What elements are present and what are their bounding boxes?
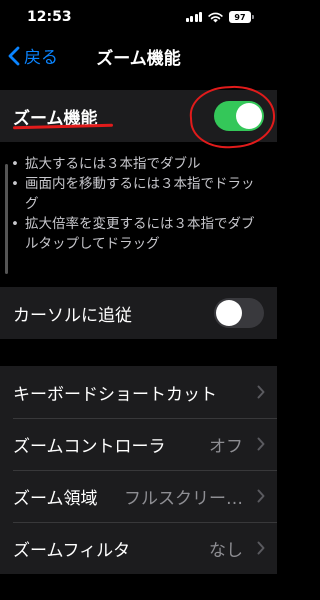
settings-row-value: フルスクリー… [124,488,243,509]
follow-cursor-label: カーソルに追従 [13,305,132,326]
chevron-right-icon [257,437,265,451]
help-item: • 画面内を移動するには３本指でドラッグ [11,176,255,212]
chevron-right-icon [257,385,265,399]
help-item: • 拡大するには３本指でダブル [11,156,201,172]
zoom-settings-list: キーボードショートカット ズームコントローラ オフ ズーム領域 フルスクリー… … [0,366,277,574]
status-bar: 12:53 97 [0,0,277,32]
scroll-indicator [5,164,8,274]
settings-row-zoom-filter[interactable]: ズームフィルタ なし [0,522,277,574]
chevron-right-icon [257,541,265,555]
settings-row-label: ズーム領域 [13,488,98,509]
toggle-knob [216,300,242,326]
settings-row-label: ズームフィルタ [13,540,131,561]
settings-row-zoom-region[interactable]: ズーム領域 フルスクリー… [0,470,277,522]
settings-row-value: オフ [209,436,243,457]
settings-row-zoom-controller[interactable]: ズームコントローラ オフ [0,418,277,470]
settings-row-keyboard-shortcuts[interactable]: キーボードショートカット [0,366,277,418]
follow-cursor-switch[interactable] [214,298,264,328]
page-title: ズーム機能 [96,49,181,69]
settings-row-value: なし [209,540,243,561]
chevron-right-icon [257,489,265,503]
settings-row-label: ズームコントローラ [13,436,166,457]
bullet: • [11,156,19,172]
follow-cursor-row: カーソルに追従 [0,287,277,339]
wifi-icon [208,12,223,23]
settings-row-label: キーボードショートカット [13,384,217,405]
battery-icon: 97 [229,11,254,23]
follow-cursor-group: カーソルに追従 [0,287,277,339]
help-item: • 拡大倍率を変更するには３本指でダブルタップしてドラッグ [11,216,255,252]
battery-level: 97 [234,12,246,22]
status-time: 12:53 [27,9,72,25]
bullet: • [11,216,19,232]
navigation-bar: 戻る ズーム機能 [0,38,277,72]
status-icons: 97 [185,10,254,24]
zoom-help-text: • 拡大するには３本指でダブル • 画面内を移動するには３本指でドラッグ • 拡… [0,154,277,274]
bullet: • [11,176,19,192]
cellular-signal-icon [185,12,202,22]
